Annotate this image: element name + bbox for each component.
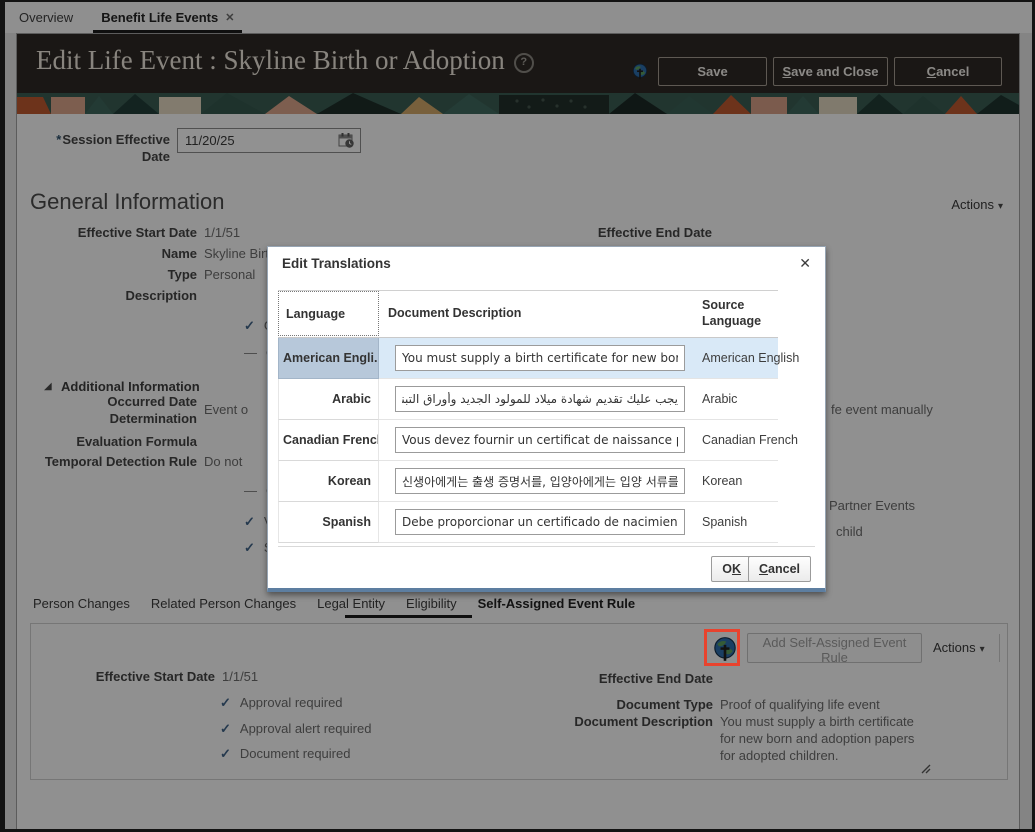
language-cell: Spanish bbox=[278, 502, 379, 543]
source-language-value: Arabic bbox=[702, 392, 737, 406]
dialog-title: Edit Translations bbox=[282, 256, 391, 271]
table-row[interactable]: Spanish Spanish bbox=[278, 502, 778, 543]
language-cell: Canadian French bbox=[278, 420, 379, 461]
dialog-close-icon[interactable]: ✕ bbox=[799, 255, 811, 272]
language-cell: Korean bbox=[278, 461, 379, 502]
application-window: Overview Benefit Life Events ✕ Edit Life… bbox=[0, 0, 1035, 832]
description-input-canadian-french[interactable] bbox=[395, 427, 685, 453]
description-input-korean[interactable] bbox=[395, 468, 685, 494]
description-input-spanish[interactable] bbox=[395, 509, 685, 535]
dialog-cancel-button[interactable]: Cancel bbox=[748, 556, 811, 582]
column-header-document-description[interactable]: Document Description bbox=[388, 306, 521, 320]
source-language-value: Spanish bbox=[702, 515, 747, 529]
language-cell: Arabic bbox=[278, 379, 379, 420]
source-language-value: Korean bbox=[702, 474, 742, 488]
column-header-language[interactable]: Language bbox=[278, 291, 379, 336]
description-input-american-english[interactable] bbox=[395, 345, 685, 371]
annotation-highlight-box bbox=[704, 629, 740, 666]
language-cell: American Engli... bbox=[278, 338, 379, 379]
table-header-row: Language Document Description Source Lan… bbox=[278, 291, 778, 338]
dialog-footer-divider bbox=[278, 546, 815, 547]
table-row[interactable]: American Engli... American English bbox=[278, 338, 778, 379]
source-language-value: Canadian French bbox=[702, 433, 798, 447]
source-language-value: American English bbox=[702, 351, 799, 365]
table-row[interactable]: Arabic Arabic bbox=[278, 379, 778, 420]
column-header-source-language[interactable]: Source Language bbox=[702, 297, 761, 329]
translations-table: Language Document Description Source Lan… bbox=[278, 290, 778, 543]
table-row[interactable]: Canadian French Canadian French bbox=[278, 420, 778, 461]
table-row[interactable]: Korean Korean bbox=[278, 461, 778, 502]
ok-button[interactable]: OK bbox=[711, 556, 752, 582]
description-input-arabic[interactable] bbox=[395, 386, 685, 412]
edit-translations-dialog: Edit Translations ✕ Language Document De… bbox=[267, 246, 826, 592]
